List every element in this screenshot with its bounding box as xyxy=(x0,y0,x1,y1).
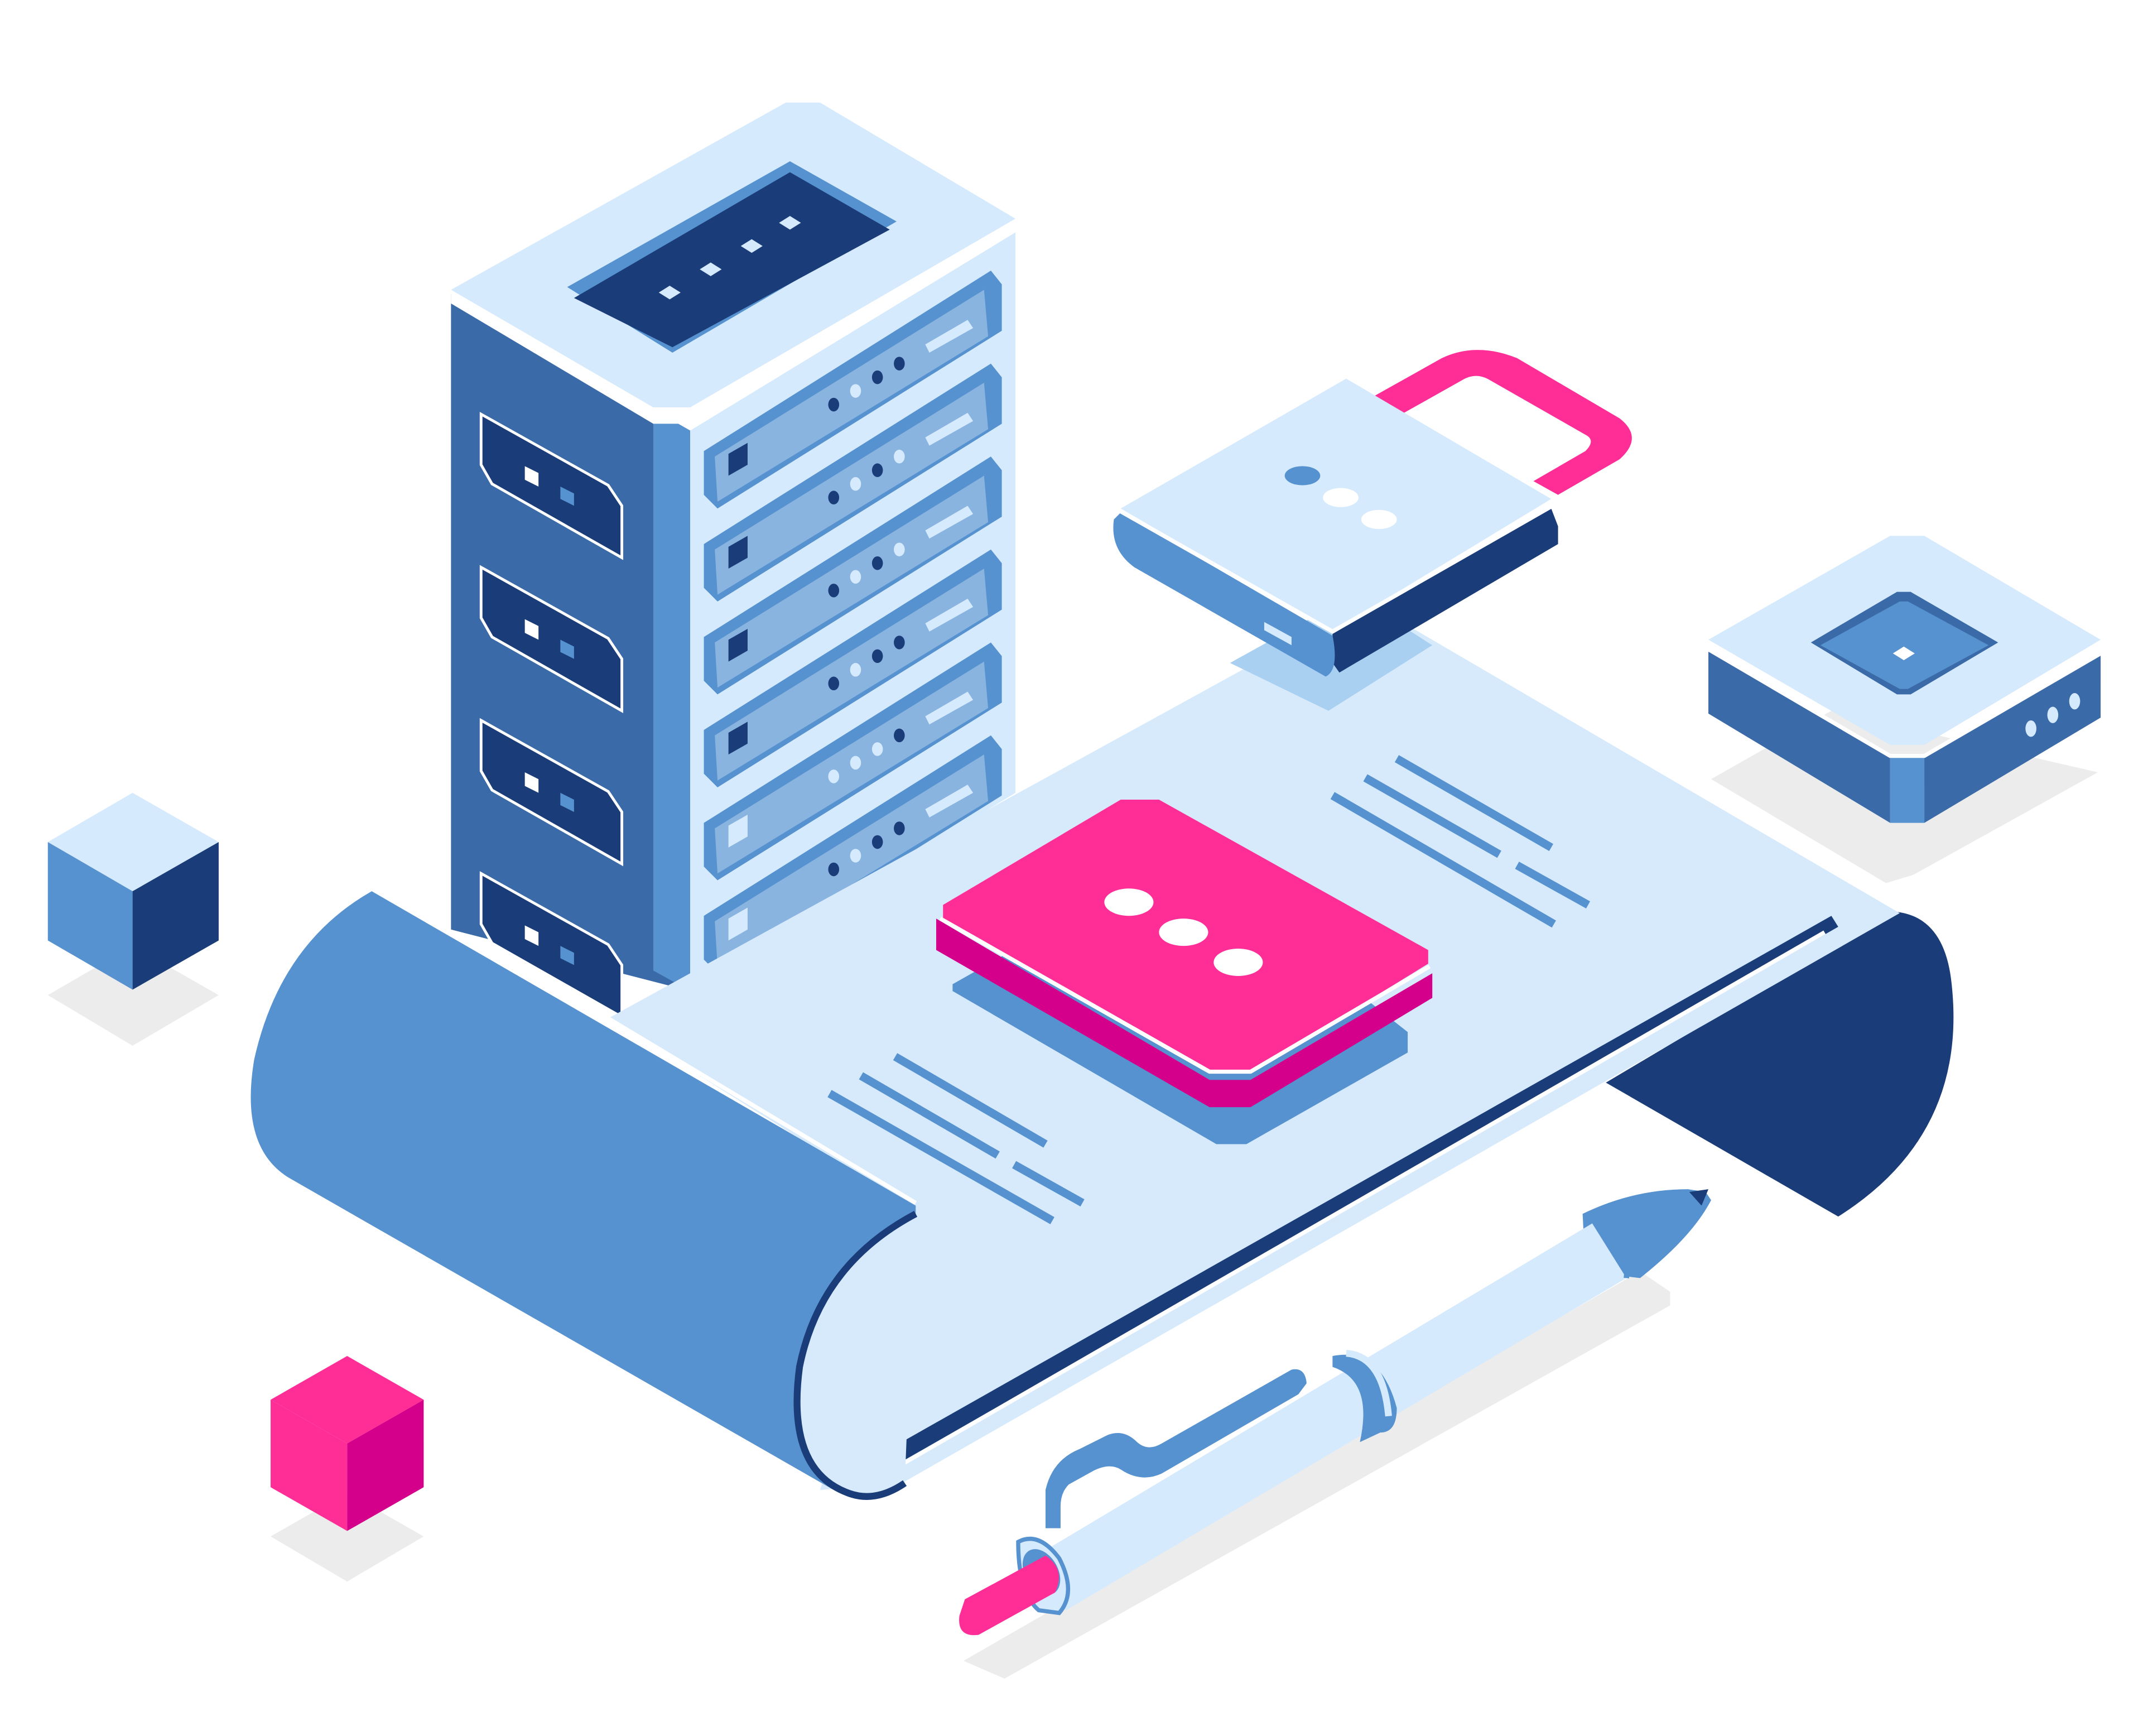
server-left-edge xyxy=(653,410,691,991)
network-box-left-edge xyxy=(1890,756,1925,823)
illustration-canvas xyxy=(47,102,2102,1679)
blue-cube xyxy=(47,792,219,990)
pink-cube xyxy=(271,1356,424,1531)
isometric-illustration xyxy=(0,0,2143,1736)
padlock xyxy=(1113,350,1632,711)
